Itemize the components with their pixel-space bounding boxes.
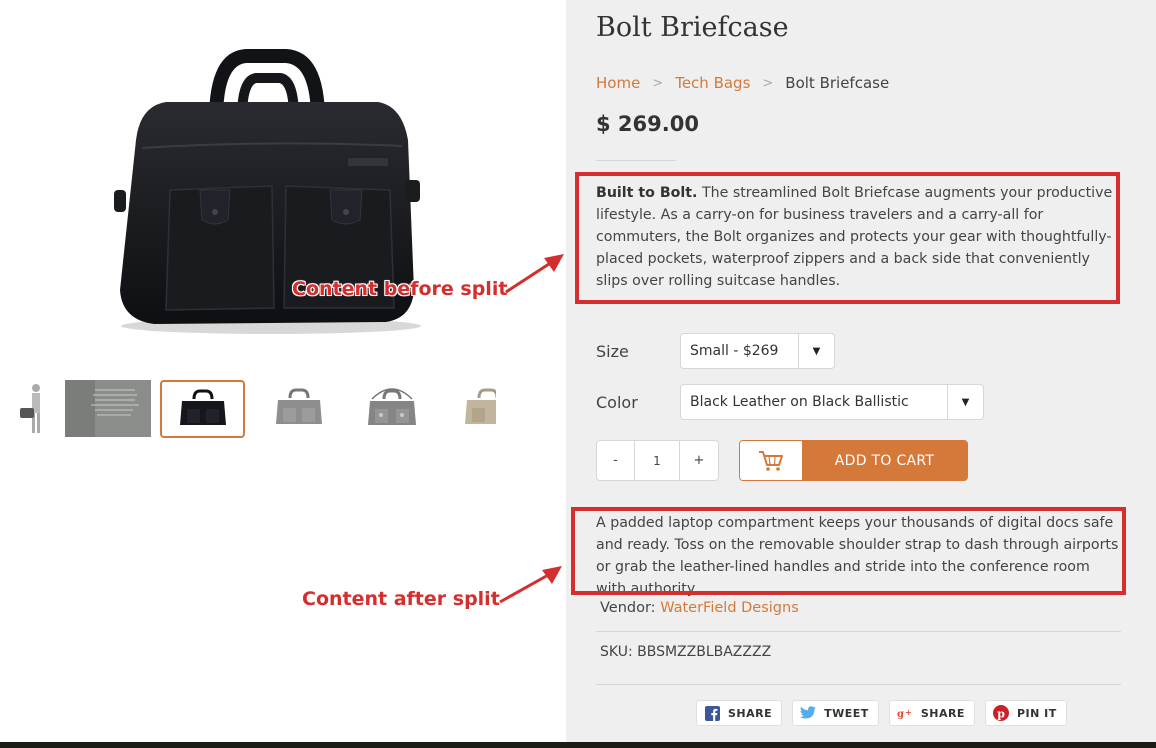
product-sku: SKU: BBSMZZBLBAZZZZ [600, 644, 772, 660]
vendor-label: Vendor: [600, 600, 656, 616]
pinterest-share-label: PIN IT [1016, 706, 1057, 720]
color-select-value: Black Leather on Black Ballistic [690, 394, 909, 410]
twitter-share-button[interactable]: TWEET [792, 700, 879, 726]
social-share-bar: SHARE TWEET g + SHARE p PIN IT [696, 700, 1067, 726]
quantity-increase-button[interactable]: + [680, 441, 718, 480]
arrow-after-split-icon [499, 572, 551, 604]
divider [596, 684, 1121, 685]
thumbnail-black-briefcase[interactable] [160, 380, 245, 438]
svg-text:p: p [997, 708, 1005, 721]
annotation-after-split: Content after split [302, 588, 500, 610]
color-label: Color [596, 393, 638, 412]
annotation-before-split: Content before split [292, 278, 508, 300]
product-title: Bolt Briefcase [596, 12, 789, 43]
breadcrumb-category-link[interactable]: Tech Bags [675, 74, 750, 92]
vendor-link[interactable]: WaterField Designs [660, 600, 799, 616]
breadcrumb-home-link[interactable]: Home [596, 74, 640, 92]
add-to-cart-button[interactable]: ADD TO CART [739, 440, 968, 481]
chevron-down-icon[interactable]: ▼ [947, 385, 983, 419]
pinterest-share-button[interactable]: p PIN IT [984, 700, 1067, 726]
breadcrumb-current: Bolt Briefcase [785, 74, 890, 92]
twitter-icon [800, 705, 817, 721]
pinterest-icon: p [992, 705, 1009, 721]
product-gallery: Content before split Content after split [0, 0, 566, 748]
google-plus-icon: g + [897, 705, 913, 721]
thumbnail-tan-briefcase[interactable] [446, 380, 496, 436]
cart-icon [740, 441, 802, 480]
size-label: Size [596, 342, 629, 361]
chevron-right-icon: > [762, 75, 774, 91]
product-price: $ 269.00 [596, 112, 699, 136]
size-select[interactable]: Small - $269 ▼ [680, 333, 835, 369]
add-to-cart-label: ADD TO CART [802, 441, 967, 480]
size-select-value: Small - $269 [690, 343, 779, 359]
quantity-input[interactable]: 1 [635, 441, 680, 480]
svg-text:g: g [897, 709, 905, 719]
facebook-icon [704, 705, 720, 721]
vendor-line: Vendor: WaterField Designs [600, 600, 799, 616]
chevron-down-icon[interactable]: ▼ [798, 334, 834, 368]
quantity-stepper: - 1 + [596, 440, 719, 481]
svg-text:+: + [905, 708, 912, 717]
arrow-before-split-icon [505, 254, 564, 294]
divider [596, 631, 1121, 632]
thumbnail-grey-briefcase-strap[interactable] [350, 380, 434, 436]
quantity-decrease-button[interactable]: - [597, 441, 635, 480]
thumbnail-grey-briefcase[interactable] [257, 380, 341, 436]
footer-strip [0, 742, 1156, 748]
price-divider [596, 160, 676, 161]
google-plus-share-button[interactable]: g + SHARE [888, 700, 975, 726]
callout-box-after-split [571, 507, 1126, 595]
callout-box-before-split [575, 172, 1120, 304]
facebook-share-label: SHARE [728, 706, 773, 720]
color-select[interactable]: Black Leather on Black Ballistic ▼ [680, 384, 984, 420]
thumbnail-person-with-bag[interactable] [0, 380, 70, 436]
google-plus-share-label: SHARE [920, 706, 965, 720]
facebook-share-button[interactable]: SHARE [696, 700, 783, 726]
thumbnail-text-overlay-image[interactable] [65, 380, 151, 437]
breadcrumb: Home > Tech Bags > Bolt Briefcase [596, 74, 889, 92]
thumbnail-strip [0, 378, 496, 438]
chevron-right-icon: > [652, 75, 664, 91]
twitter-share-label: TWEET [824, 706, 869, 720]
